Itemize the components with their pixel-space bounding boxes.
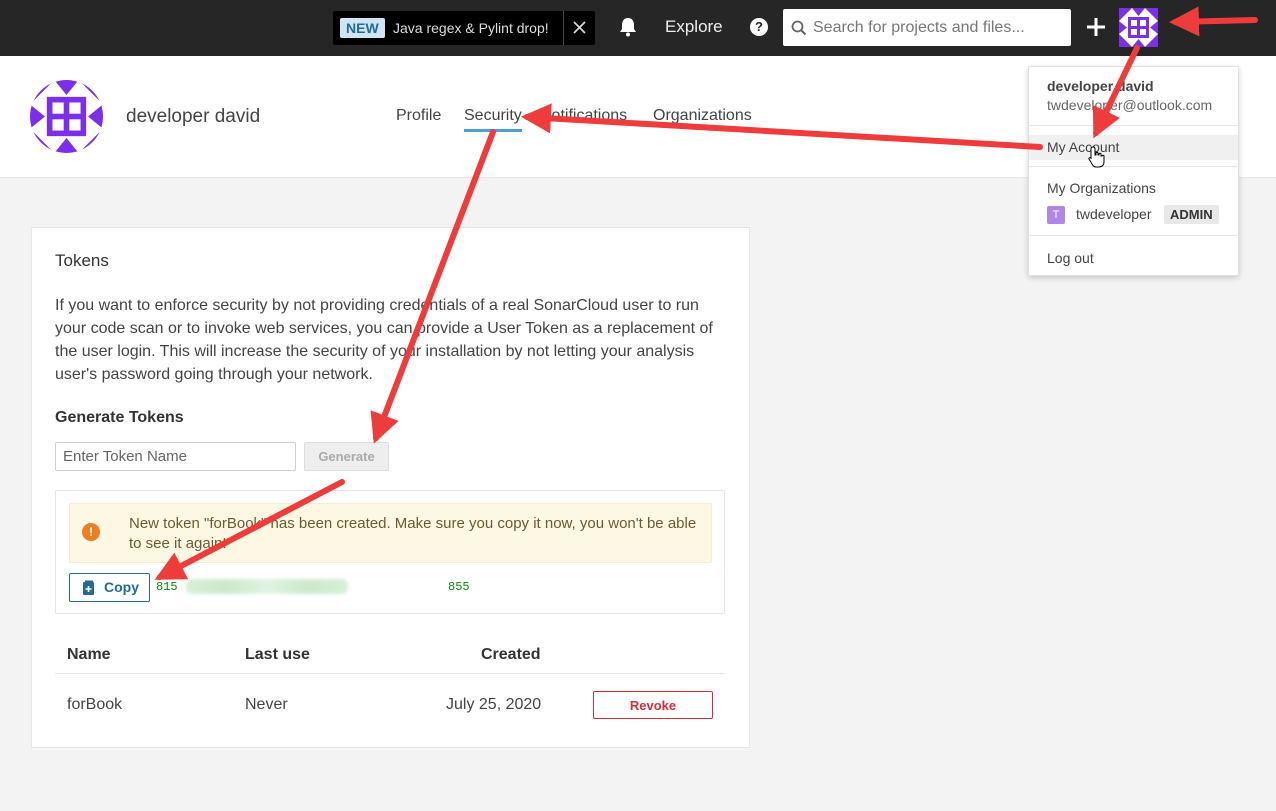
org-icon: T xyxy=(1047,206,1065,224)
warning-text: New token "forBook" has been created. Ma… xyxy=(129,515,697,552)
column-name: Name xyxy=(67,646,111,663)
token-created-cell: July 25, 2020 xyxy=(446,696,542,713)
close-icon[interactable] xyxy=(563,11,595,45)
token-redacted xyxy=(186,579,348,594)
new-token-panel: ! New token "forBook" has been created. … xyxy=(55,490,725,614)
tokens-card: Tokens If you want to enforce security b… xyxy=(31,227,750,748)
help-icon[interactable]: ? xyxy=(750,18,768,36)
generate-tokens-title: Generate Tokens xyxy=(55,409,184,426)
profile-name: developer david xyxy=(126,106,261,127)
menu-divider xyxy=(1029,166,1238,167)
menu-divider xyxy=(1029,235,1238,236)
profile-avatar xyxy=(30,80,103,153)
account-dropdown: developer david twdeveloper@outlook.com … xyxy=(1028,66,1239,276)
new-badge: NEW xyxy=(340,18,385,38)
explore-link[interactable]: Explore xyxy=(665,17,723,37)
announcement-banner[interactable]: NEW Java regex & Pylint drop! xyxy=(333,11,595,45)
table-divider xyxy=(55,673,725,674)
log-out-link[interactable]: Log out xyxy=(1047,250,1094,266)
top-navbar: NEW Java regex & Pylint drop! Explore ? xyxy=(0,0,1276,56)
tokens-description: If you want to enforce security by not p… xyxy=(55,297,713,383)
warning-icon: ! xyxy=(82,523,100,541)
bell-icon[interactable] xyxy=(618,16,638,43)
plus-icon[interactable] xyxy=(1085,16,1107,43)
tab-organizations[interactable]: Organizations xyxy=(653,106,752,126)
token-name-input[interactable] xyxy=(55,442,296,471)
menu-divider xyxy=(1029,125,1238,126)
menu-user-email: twdeveloper@outlook.com xyxy=(1047,97,1213,113)
menu-user-name: developer david xyxy=(1047,78,1154,94)
revoke-button[interactable]: Revoke xyxy=(593,691,713,719)
token-prefix: 815 xyxy=(156,580,178,594)
tokens-title: Tokens xyxy=(55,251,109,270)
admin-badge: ADMIN xyxy=(1164,205,1219,224)
search-input[interactable] xyxy=(813,9,1065,46)
token-suffix: 855 xyxy=(448,580,470,594)
clipboard-icon xyxy=(83,580,94,595)
copy-button[interactable]: Copy xyxy=(69,573,150,602)
announcement-text[interactable]: Java regex & Pylint drop! xyxy=(393,19,549,37)
tab-notifications[interactable]: Notifications xyxy=(540,106,627,126)
tab-security[interactable]: Security xyxy=(464,106,522,132)
warning-alert: ! New token "forBook" has been created. … xyxy=(69,503,712,563)
my-organizations-link[interactable]: My Organizations xyxy=(1047,180,1156,196)
my-account-link[interactable]: My Account xyxy=(1047,139,1119,155)
token-last-use-cell: Never xyxy=(245,696,288,713)
column-created: Created xyxy=(481,646,541,663)
avatar[interactable] xyxy=(1119,8,1158,47)
column-last-use: Last use xyxy=(245,646,310,663)
search-icon xyxy=(791,20,807,36)
org-link-twdeveloper[interactable]: twdeveloper xyxy=(1076,206,1152,222)
tab-profile[interactable]: Profile xyxy=(396,106,441,126)
generate-button[interactable]: Generate xyxy=(304,442,389,471)
search-box[interactable] xyxy=(783,9,1071,46)
copy-label: Copy xyxy=(104,579,139,595)
token-name-cell: forBook xyxy=(67,696,123,713)
